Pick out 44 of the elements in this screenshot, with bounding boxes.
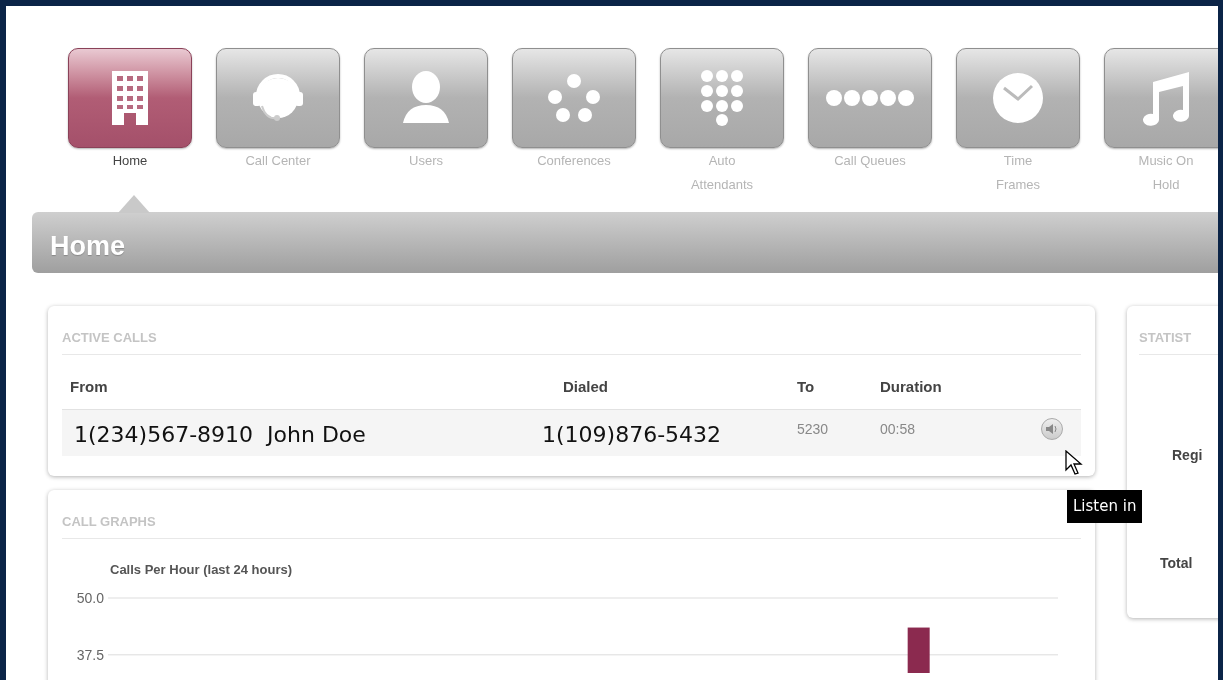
nav-tile[interactable] xyxy=(512,48,636,148)
table-cell-text: 1(109)876-5432 xyxy=(542,421,722,449)
clock-icon xyxy=(992,72,1044,124)
page-title-bar: Home xyxy=(32,212,1218,273)
nav-label: Home xyxy=(112,152,148,170)
nav-tile[interactable] xyxy=(1104,48,1218,148)
nav-label: Users xyxy=(409,152,443,170)
listen-button[interactable] xyxy=(1041,418,1063,440)
nav-tile[interactable] xyxy=(68,48,192,148)
dots-circle-icon xyxy=(546,73,602,123)
nav-label: Time Frames xyxy=(995,152,1041,194)
keypad-icon xyxy=(700,69,744,127)
nav-label: Auto Attendants xyxy=(690,152,754,194)
nav-label: Call Queues xyxy=(834,152,906,170)
chart-title: Calls Per Hour (last 24 hours) xyxy=(110,563,293,577)
dots-row-icon xyxy=(825,89,915,107)
column-header: Duration xyxy=(880,377,942,397)
bar-pointer-icon xyxy=(118,195,150,213)
person-icon xyxy=(401,71,451,125)
table-cell-text: 1(234)567-8910 John Doe xyxy=(74,421,366,449)
stat-label: Total xyxy=(1160,554,1193,573)
nav-label: Music On Hold xyxy=(1138,152,1194,194)
table-cell-text: 5230 xyxy=(797,420,829,439)
card-title: STATIST xyxy=(1139,329,1193,347)
table-cell-text: 00:58 xyxy=(880,420,916,439)
column-header: Dialed xyxy=(563,377,608,397)
tick-label: 37.5 xyxy=(76,646,104,663)
nav-tile[interactable] xyxy=(660,48,784,148)
speaker-icon xyxy=(1046,424,1058,434)
nav-tile[interactable] xyxy=(808,48,932,148)
stat-label: Regi xyxy=(1172,446,1203,465)
chart-bar xyxy=(907,627,930,673)
nav-tile[interactable] xyxy=(956,48,1080,148)
building-icon xyxy=(112,71,148,125)
nav-label: Conferences xyxy=(537,152,611,170)
card-title: ACTIVE CALLS xyxy=(62,329,158,347)
nav-tile[interactable] xyxy=(364,48,488,148)
tick-label: 50.0 xyxy=(76,590,104,606)
tooltip: Listen in xyxy=(1067,490,1143,523)
column-header: To xyxy=(797,377,815,397)
card-title: CALL GRAPHS xyxy=(62,513,157,531)
column-header: From xyxy=(70,377,108,397)
nav-label: Call Center xyxy=(245,152,311,170)
nav-tile[interactable] xyxy=(216,48,340,148)
